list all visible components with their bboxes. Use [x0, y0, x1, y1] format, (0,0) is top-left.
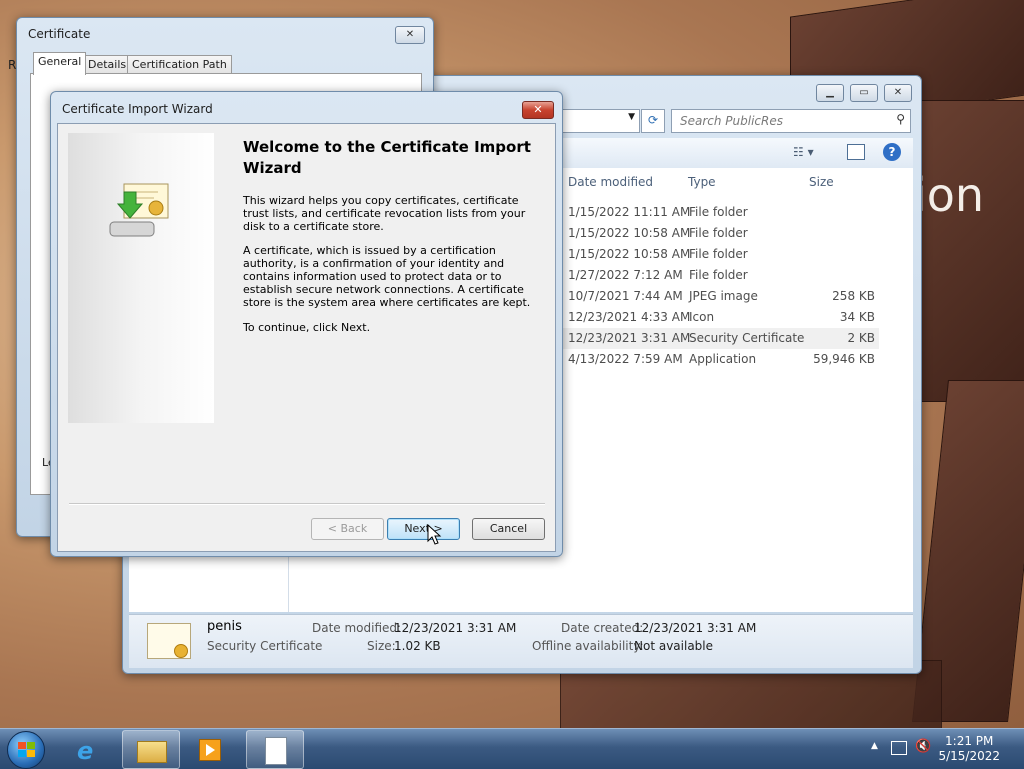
- clock-time: 1:21 PM: [945, 734, 994, 748]
- preview-pane-icon[interactable]: [847, 144, 865, 160]
- certificate-dialog-title: Certificate: [28, 27, 91, 41]
- table-row[interactable]: 4/13/2022 7:59 AM Application 59,946 KB: [563, 349, 879, 370]
- details-size-label: Size:: [367, 639, 396, 653]
- tab-details[interactable]: Details: [83, 55, 132, 74]
- column-type[interactable]: Type: [688, 168, 716, 196]
- column-size[interactable]: Size: [809, 168, 834, 196]
- tab-general[interactable]: General: [33, 52, 87, 75]
- folder-icon: [137, 741, 167, 763]
- table-row[interactable]: 1/15/2022 11:11 AM File folder: [563, 202, 879, 223]
- view-options-icon[interactable]: ☷ ▾: [793, 145, 814, 159]
- wallpaper-text: ion: [914, 168, 985, 222]
- media-player-icon: [199, 739, 221, 761]
- chevron-down-icon[interactable]: ▼: [628, 112, 635, 122]
- help-icon[interactable]: ?: [883, 143, 901, 161]
- wizard-paragraph-2: A certificate, which is issued by a cert…: [243, 244, 531, 309]
- table-row[interactable]: 1/15/2022 10:58 AM File folder: [563, 223, 879, 244]
- details-pane: penis Security Certificate Date modified…: [129, 614, 913, 668]
- certificate-close-button[interactable]: ✕: [395, 26, 425, 44]
- internet-explorer-icon: e: [77, 737, 94, 765]
- search-input[interactable]: Search PublicRes ⚲: [671, 109, 911, 133]
- details-offline: Not available: [634, 639, 714, 653]
- start-button[interactable]: [7, 731, 45, 769]
- back-button[interactable]: < Back: [311, 518, 384, 540]
- table-row[interactable]: 1/15/2022 10:58 AM File folder: [563, 244, 879, 265]
- column-date-modified[interactable]: Date modified: [568, 168, 653, 196]
- details-date-modified: 12/23/2021 3:31 AM: [394, 621, 517, 635]
- taskbar: e ▲ 🔇 1:21 PM 5/15/2022: [0, 728, 1024, 769]
- table-row[interactable]: 1/27/2022 7:12 AM File folder: [563, 265, 879, 286]
- wizard-heading: Welcome to the Certificate Import Wizard: [243, 138, 531, 177]
- close-button[interactable]: ✕: [884, 84, 912, 102]
- details-date-created-label: Date created:: [561, 621, 644, 635]
- cancel-button[interactable]: Cancel: [472, 518, 545, 540]
- wizard-paragraph-1: This wizard helps you copy certificates,…: [243, 194, 526, 233]
- table-row[interactable]: 10/7/2021 7:44 AM JPEG image 258 KB: [563, 286, 879, 307]
- certificate-import-wizard[interactable]: Certificate Import Wizard ✕ Welcome to t…: [50, 91, 563, 557]
- search-icon[interactable]: ⚲: [896, 112, 905, 126]
- refresh-icon[interactable]: ⟳: [641, 109, 665, 133]
- wizard-title: Certificate Import Wizard: [62, 102, 213, 116]
- details-offline-label: Offline availability:: [532, 639, 644, 653]
- details-file-name: penis: [207, 619, 242, 634]
- taskbar-windows-explorer[interactable]: [122, 730, 180, 769]
- details-file-type: Security Certificate: [207, 639, 323, 653]
- wizard-side-panel: [68, 133, 214, 423]
- show-hidden-icons-icon[interactable]: ▲: [871, 741, 878, 751]
- certificate-import-icon: [109, 183, 169, 237]
- wizard-separator: [69, 503, 545, 505]
- details-size: 1.02 KB: [394, 639, 441, 653]
- clock-date: 5/15/2022: [938, 749, 1000, 763]
- details-date-created: 12/23/2021 3:31 AM: [634, 621, 757, 635]
- details-date-modified-label: Date modified:: [312, 621, 402, 635]
- next-button[interactable]: Next >: [387, 518, 460, 540]
- wizard-paragraph-3: To continue, click Next.: [243, 321, 371, 334]
- taskbar-media-player[interactable]: [182, 730, 238, 767]
- address-bar[interactable]: ▼: [553, 109, 640, 133]
- wizard-content: Welcome to the Certificate Import Wizard…: [57, 123, 556, 552]
- wizard-close-button[interactable]: ✕: [522, 101, 554, 119]
- table-row[interactable]: 12/23/2021 4:33 AM Icon 34 KB: [563, 307, 879, 328]
- taskbar-internet-explorer[interactable]: e: [62, 730, 118, 767]
- certificate-file-icon: [147, 623, 191, 659]
- maximize-button[interactable]: ▭: [850, 84, 878, 102]
- tab-certification-path[interactable]: Certification Path: [127, 55, 232, 74]
- search-placeholder: Search PublicRes: [680, 114, 784, 128]
- clock[interactable]: 1:21 PM 5/15/2022: [938, 734, 1000, 764]
- network-icon[interactable]: [891, 741, 907, 755]
- table-row-selected[interactable]: 12/23/2021 3:31 AM Security Certificate 2 …: [563, 328, 879, 349]
- mouse-cursor-icon: [427, 524, 442, 545]
- minimize-button[interactable]: ▁: [816, 84, 844, 102]
- volume-muted-icon[interactable]: 🔇: [915, 739, 931, 754]
- document-icon: [265, 737, 287, 765]
- wallpaper-chocolate: [905, 100, 1024, 402]
- taskbar-certificate-window[interactable]: [246, 730, 304, 769]
